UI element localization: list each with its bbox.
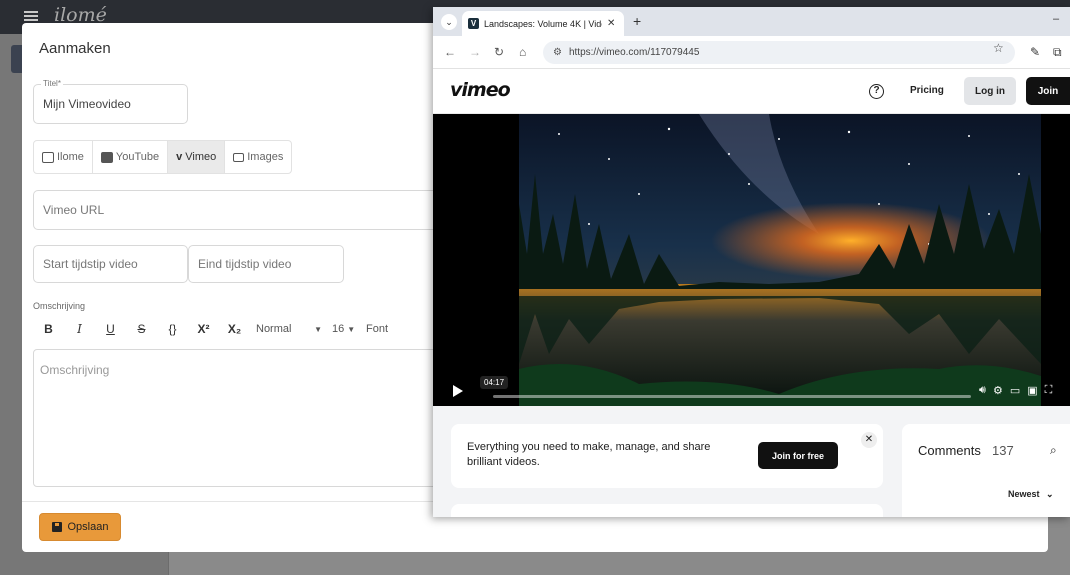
secondary-card <box>451 504 883 517</box>
volume-icon[interactable]: 🔊︎ <box>979 384 986 397</box>
title-field[interactable]: Mijn Vimeovideo <box>33 84 188 124</box>
search-icon[interactable]: ⌕ <box>1050 443 1057 458</box>
start-time-input[interactable]: Start tijdstip video <box>33 245 188 283</box>
vimeo-header: vimeo ? Pricing Log in Join <box>433 69 1070 114</box>
fullscreen-icon[interactable]: ⛶ <box>1045 384 1053 397</box>
title-value: Mijn Vimeovideo <box>43 97 131 111</box>
home-icon[interactable]: ⌂ <box>519 45 526 59</box>
media-tabs: Ilome YouTube v Vimeo Images <box>33 140 293 174</box>
tab-vimeo[interactable]: v Vimeo <box>168 141 226 173</box>
size-select[interactable]: 16 ▼ <box>328 323 364 335</box>
pricing-link[interactable]: Pricing <box>910 85 944 96</box>
font-value: Font <box>366 323 389 335</box>
images-icon <box>233 152 245 162</box>
vimeo-logo[interactable]: vimeo <box>450 79 511 101</box>
size-value: 16 <box>332 323 345 335</box>
video-player[interactable]: 04:17 🔊︎ ⚙ ▭ ▣ ⛶ <box>433 114 1070 406</box>
start-time-placeholder: Start tijdstip video <box>43 257 138 271</box>
vimeo-url-input[interactable]: Vimeo URL <box>33 190 453 230</box>
bookmark-star-icon[interactable]: ☆ <box>993 41 1004 55</box>
save-button[interactable]: Opslaan <box>39 513 121 541</box>
tab-youtube[interactable]: YouTube <box>93 141 169 173</box>
end-time-input[interactable]: Eind tijdstip video <box>188 245 344 283</box>
format-value: Normal <box>256 323 292 335</box>
reload-icon[interactable]: ↻ <box>494 45 504 59</box>
tab-search-icon[interactable]: ⌄ <box>441 14 457 30</box>
vimeo-url-placeholder: Vimeo URL <box>43 203 105 217</box>
chevron-down-icon: ▼ <box>347 324 356 334</box>
close-tab-icon[interactable]: ✕ <box>607 18 615 29</box>
promo-text: Everything you need to make, manage, and… <box>467 441 711 468</box>
join-button[interactable]: Join <box>1026 77 1070 105</box>
url-text: https://vimeo.com/117079445 <box>568 47 700 58</box>
extensions-icon[interactable]: ⧉ <box>1053 45 1062 60</box>
tab-label: Ilome <box>57 151 84 163</box>
description-editor[interactable]: Omschrijving <box>33 349 453 487</box>
tab-label: YouTube <box>115 151 160 163</box>
comments-title: Comments <box>918 443 981 458</box>
play-icon[interactable] <box>453 385 463 397</box>
tab-label: Vimeo <box>185 151 217 163</box>
sort-select[interactable]: Newest ⌄ <box>1008 489 1054 500</box>
back-icon[interactable]: ← <box>444 45 456 59</box>
description-placeholder: Omschrijving <box>40 363 110 377</box>
font-select[interactable]: Font <box>364 323 388 335</box>
url-field[interactable]: ⚙ https://vimeo.com/117079445 <box>543 41 1015 64</box>
save-icon <box>51 522 62 532</box>
end-time-placeholder: Eind tijdstip video <box>198 257 292 271</box>
chevron-down-icon: ⌄ <box>1046 489 1054 499</box>
sort-value: Newest <box>1008 489 1040 499</box>
tab-ilome[interactable]: Ilome <box>34 141 93 173</box>
subscript-button[interactable]: X₂ <box>219 322 250 336</box>
settings-icon[interactable]: ⚙ <box>993 384 1003 397</box>
format-select[interactable]: Normal ▼ <box>250 323 328 335</box>
modal-title: Aanmaken <box>39 40 111 57</box>
superscript-button[interactable]: X² <box>188 322 219 336</box>
new-tab-icon[interactable]: + <box>633 13 641 29</box>
progress-bar[interactable] <box>493 395 971 398</box>
editor-toolbar: B I U S {} X² X₂ Normal ▼ 16 ▼ Font <box>33 316 453 342</box>
tab-images[interactable]: Images <box>225 141 291 173</box>
vimeo-page-body: Everything you need to make, manage, and… <box>433 406 1070 517</box>
play-box-icon <box>42 151 54 163</box>
site-info-icon[interactable]: ⚙ <box>553 47 562 58</box>
pip-icon[interactable]: ▣ <box>1027 384 1037 397</box>
cast-icon[interactable]: ▭ <box>1010 384 1020 397</box>
menu-icon[interactable] <box>24 11 38 13</box>
chevron-down-icon: ▼ <box>314 324 322 334</box>
vimeo-favicon-icon: V <box>468 18 479 29</box>
youtube-icon <box>100 151 113 163</box>
address-bar: ← → ↻ ⌂ ⚙ https://vimeo.com/117079445 ☆ … <box>433 36 1070 69</box>
tab-label: Images <box>247 151 284 163</box>
pen-icon[interactable]: ✎ <box>1030 45 1040 59</box>
save-label: Opslaan <box>67 521 109 533</box>
player-icon-group: 🔊︎ ⚙ ▭ ▣ ⛶ <box>979 384 1052 397</box>
minimize-icon[interactable]: – <box>1053 13 1059 25</box>
underline-button[interactable]: U <box>95 322 126 336</box>
bold-button[interactable]: B <box>33 322 64 336</box>
italic-button[interactable]: I <box>64 322 95 336</box>
comments-count: 137 <box>992 443 1014 458</box>
browser-tab[interactable]: V Landscapes: Volume 4K | Video ✕ <box>462 11 624 36</box>
video-frame <box>519 114 1041 406</box>
join-free-button[interactable]: Join for free <box>758 442 838 469</box>
comments-panel: Comments 137 ⌕ Newest ⌄ <box>902 424 1070 517</box>
title-label: Titel* <box>41 79 63 88</box>
forward-icon[interactable]: → <box>469 45 481 59</box>
vimeo-icon: v <box>176 151 183 163</box>
promo-card: Everything you need to make, manage, and… <box>451 424 883 488</box>
tab-title: Landscapes: Volume 4K | Video <box>484 18 602 29</box>
description-label: Omschrijving <box>33 301 86 311</box>
login-button[interactable]: Log in <box>964 77 1016 105</box>
strikethrough-button[interactable]: S <box>126 322 157 336</box>
time-badge: 04:17 <box>480 376 509 389</box>
close-icon[interactable]: ✕ <box>861 432 877 448</box>
browser-window: ⌄ V Landscapes: Volume 4K | Video ✕ + – … <box>433 7 1070 517</box>
help-icon[interactable]: ? <box>869 84 884 99</box>
landscape-night-image <box>519 114 1041 406</box>
tab-strip: ⌄ V Landscapes: Volume 4K | Video ✕ + – <box>433 7 1070 36</box>
code-button[interactable]: {} <box>157 322 188 336</box>
player-controls: 04:17 🔊︎ ⚙ ▭ ▣ ⛶ <box>433 374 1070 406</box>
